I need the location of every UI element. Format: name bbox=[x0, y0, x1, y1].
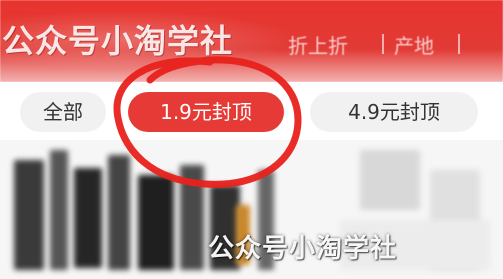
header-link-zheshangzhe[interactable]: 折上折 bbox=[288, 30, 348, 59]
blurred-product bbox=[360, 150, 420, 210]
header-link-chandi[interactable]: 产地 bbox=[394, 30, 434, 59]
header-divider bbox=[382, 34, 384, 54]
filter-chip-all[interactable]: 全部 bbox=[20, 92, 106, 132]
filter-chip-1-9-cap[interactable]: 1.9元封顶 bbox=[128, 92, 284, 132]
blurred-product bbox=[14, 160, 44, 270]
blurred-product bbox=[74, 168, 102, 268]
watermark-bottom: 公众号小淘学社 bbox=[208, 234, 398, 264]
chip-row-fade bbox=[479, 82, 503, 142]
blurred-product bbox=[108, 155, 130, 270]
filter-chip-4-9-cap[interactable]: 4.9元封顶 bbox=[310, 92, 478, 132]
screenshot-stage: 公众号小淘学社 折上折 产地 全部 1.9元封顶 4.9元封顶 公众号小淘学社 bbox=[0, 0, 503, 279]
watermark-top: 公众号小淘学社 bbox=[2, 22, 234, 60]
blurred-product bbox=[180, 165, 204, 270]
header-divider bbox=[458, 34, 460, 54]
blurred-product bbox=[138, 175, 174, 270]
blurred-product bbox=[50, 150, 68, 270]
